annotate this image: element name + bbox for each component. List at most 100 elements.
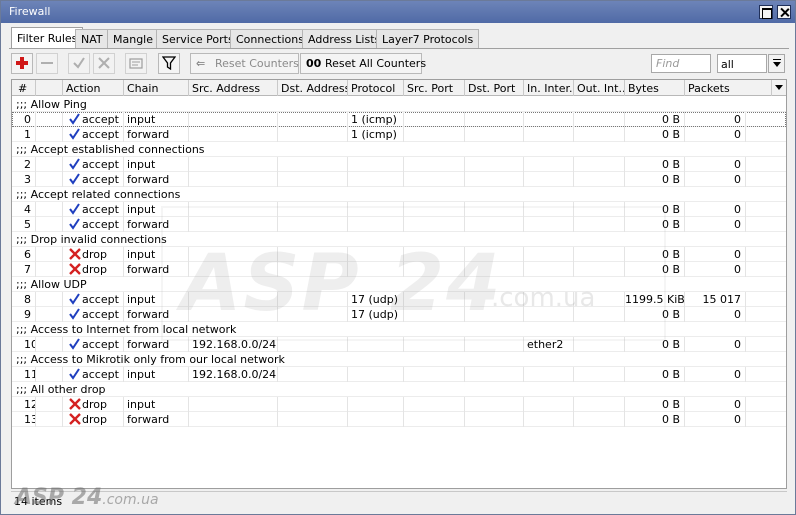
rule-flags bbox=[36, 292, 63, 307]
rule-action: accept bbox=[63, 172, 124, 187]
table-row[interactable]: 1 forward 1 (icmp) 0 B 0 accept bbox=[12, 127, 786, 142]
restore-icon[interactable] bbox=[759, 5, 773, 19]
table-row[interactable]: 2 input 0 B 0 accept bbox=[12, 157, 786, 172]
header-protocol[interactable]: Protocol bbox=[348, 80, 404, 96]
rule-chain: input bbox=[124, 397, 189, 412]
accept-check-icon bbox=[69, 218, 81, 232]
rule-src-port bbox=[404, 367, 465, 382]
rule-protocol bbox=[348, 397, 404, 412]
rule-action: accept bbox=[63, 292, 124, 307]
rule-packets: 0 bbox=[685, 247, 746, 262]
header-index[interactable]: # bbox=[12, 80, 36, 96]
tab-mangle[interactable]: Mangle bbox=[107, 29, 160, 48]
table-row[interactable]: 9 forward 17 (udp) 0 B 0 accept bbox=[12, 307, 786, 322]
rule-in-interface bbox=[524, 397, 574, 412]
table-row[interactable]: 8 input 17 (udp) 1199.5 KiB 15 017 accept bbox=[12, 292, 786, 307]
column-menu-icon[interactable] bbox=[772, 81, 786, 95]
rule-dst-port bbox=[465, 157, 524, 172]
rule-flags bbox=[36, 247, 63, 262]
comment-row[interactable]: ;;; Accept related connections bbox=[12, 187, 786, 202]
tab-connections[interactable]: Connections bbox=[230, 29, 310, 48]
rule-out-interface bbox=[574, 247, 625, 262]
tab-filter-rules[interactable]: Filter Rules bbox=[11, 27, 84, 49]
rule-index: 3 bbox=[12, 172, 36, 187]
drop-cross-icon bbox=[69, 398, 81, 412]
filter-button[interactable] bbox=[158, 53, 180, 74]
rule-chain: forward bbox=[124, 262, 189, 277]
header-bytes[interactable]: Bytes bbox=[625, 80, 685, 96]
header-src-address[interactable]: Src. Address bbox=[189, 80, 278, 96]
comment-row[interactable]: ;;; Access to Internet from local networ… bbox=[12, 322, 786, 337]
tab-nat[interactable]: NAT bbox=[75, 29, 109, 48]
disable-button[interactable] bbox=[93, 53, 115, 74]
chevron-down-icon[interactable] bbox=[768, 54, 785, 73]
table-row[interactable]: 11 input192.168.0.0/24 0 B0 accept bbox=[12, 367, 786, 382]
header-dst-address[interactable]: Dst. Address bbox=[278, 80, 348, 96]
table-row[interactable]: 13 forward 0 B0 drop bbox=[12, 412, 786, 427]
header-action[interactable]: Action bbox=[63, 80, 124, 96]
rule-protocol bbox=[348, 337, 404, 352]
header-dst-port[interactable]: Dst. Port bbox=[465, 80, 524, 96]
rule-packets: 0 bbox=[685, 307, 746, 322]
rule-action-label: accept bbox=[82, 308, 119, 321]
rule-dst-port bbox=[465, 127, 524, 142]
comment-row[interactable]: ;;; Access to Mikrotik only from our loc… bbox=[12, 352, 786, 367]
rule-in-interface bbox=[524, 202, 574, 217]
header-in-interface[interactable]: In. Inter... bbox=[524, 80, 574, 96]
rule-action: drop bbox=[63, 412, 124, 427]
table-row[interactable]: 4 input 0 B 0 accept bbox=[12, 202, 786, 217]
rule-action-label: accept bbox=[82, 338, 119, 351]
reset-all-counters-button[interactable]: 00 Reset All Counters bbox=[300, 53, 426, 74]
tab-address-lists[interactable]: Address Lists bbox=[302, 29, 387, 48]
find-input[interactable] bbox=[651, 54, 711, 73]
comment-row[interactable]: ;;; Accept established connections bbox=[12, 142, 786, 157]
zero-counter-icon: 00 bbox=[306, 57, 322, 70]
table-row[interactable]: 0 input 1 (icmp) 0 B 0 accept bbox=[12, 112, 786, 127]
table-row[interactable]: 5 forward 0 B 0 accept bbox=[12, 217, 786, 232]
reset-counters-button[interactable]: ⇐ Reset Counters bbox=[190, 53, 299, 74]
rule-index: 12 bbox=[12, 397, 36, 412]
rule-dst-address bbox=[278, 202, 348, 217]
comment-row[interactable]: ;;; Allow Ping bbox=[12, 97, 786, 112]
comment-row[interactable]: ;;; Allow UDP bbox=[12, 277, 786, 292]
comment-button[interactable] bbox=[125, 53, 147, 74]
header-packets[interactable]: Packets bbox=[685, 80, 772, 96]
rule-bytes: 0 B bbox=[625, 337, 685, 352]
table-row[interactable]: 7 forward 0 B 0 drop bbox=[12, 262, 786, 277]
rule-dst-address bbox=[278, 247, 348, 262]
comment-row[interactable]: ;;; All other drop bbox=[12, 382, 786, 397]
rule-protocol bbox=[348, 157, 404, 172]
rule-action-label: accept bbox=[82, 158, 119, 171]
rule-dst-port bbox=[465, 307, 524, 322]
tab-service-ports[interactable]: Service Ports bbox=[156, 29, 240, 48]
add-button[interactable] bbox=[11, 53, 33, 74]
comment-row[interactable]: ;;; Drop invalid connections bbox=[12, 232, 786, 247]
title-bar[interactable]: Firewall bbox=[1, 1, 795, 23]
header-out-interface[interactable]: Out. Int... bbox=[574, 80, 625, 96]
rule-src-port bbox=[404, 262, 465, 277]
rule-src-port bbox=[404, 292, 465, 307]
close-icon[interactable] bbox=[777, 5, 791, 19]
tab-layer7-protocols[interactable]: Layer7 Protocols bbox=[376, 29, 480, 48]
filter-select[interactable]: all bbox=[717, 54, 767, 73]
rule-src-port bbox=[404, 127, 465, 142]
rule-in-interface: ether2 bbox=[524, 337, 574, 352]
header-src-port[interactable]: Src. Port bbox=[404, 80, 465, 96]
rule-action-label: accept bbox=[82, 293, 119, 306]
table-row[interactable]: 10 forward192.168.0.0/24 ether2 0 B0 accept bbox=[12, 337, 786, 352]
window-title: Firewall bbox=[9, 5, 51, 18]
rule-in-interface bbox=[524, 127, 574, 142]
rule-dst-port bbox=[465, 412, 524, 427]
table-row[interactable]: 3 forward 0 B 0 accept bbox=[12, 172, 786, 187]
rule-action: accept bbox=[63, 367, 124, 382]
rule-chain: input bbox=[124, 247, 189, 262]
funnel-icon bbox=[162, 56, 176, 70]
rule-src-port bbox=[404, 202, 465, 217]
table-row[interactable]: 12 input 0 B0 drop bbox=[12, 397, 786, 412]
header-chain[interactable]: Chain bbox=[124, 80, 189, 96]
remove-button[interactable] bbox=[36, 53, 58, 74]
table-row[interactable]: 6 input 0 B 0 drop bbox=[12, 247, 786, 262]
rule-dst-port bbox=[465, 262, 524, 277]
enable-button[interactable] bbox=[68, 53, 90, 74]
firewall-window: Firewall Filter Rules NAT Mangle Service… bbox=[0, 0, 796, 515]
